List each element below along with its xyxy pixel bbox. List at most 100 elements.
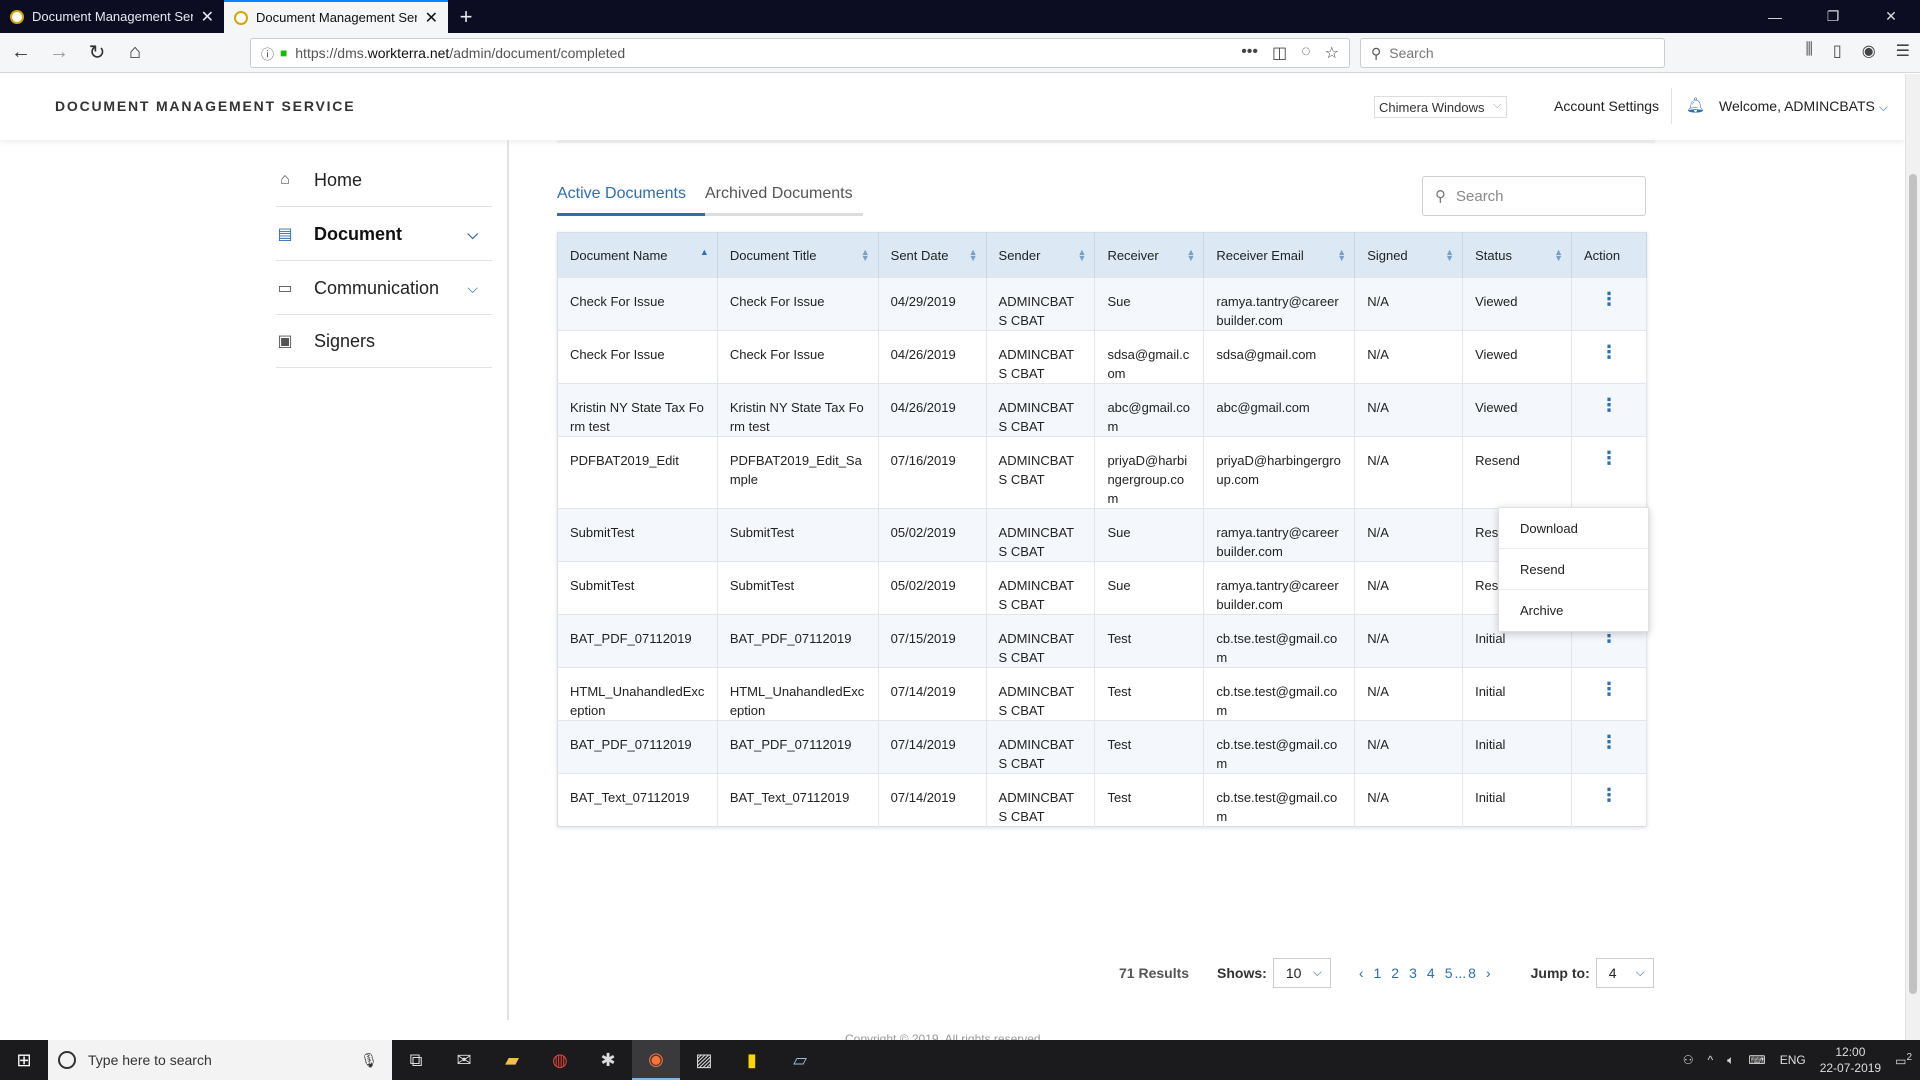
bookmark-star-icon[interactable]: ☆ [1325, 43, 1339, 63]
back-icon[interactable]: ← [4, 38, 38, 68]
row-actions-kebab-icon[interactable]: ⋮ [1571, 667, 1648, 721]
chrome-icon[interactable]: ◍ [536, 1040, 584, 1080]
microphone-icon[interactable]: 🎙︎ [360, 1052, 378, 1069]
tab-archived-documents[interactable]: Archived Documents [705, 185, 863, 216]
page-link-8[interactable]: 8 [1468, 965, 1476, 981]
firefox-icon[interactable]: ◉ [632, 1040, 680, 1080]
file-explorer-icon[interactable]: ▰ [488, 1040, 536, 1080]
windows-start-icon[interactable]: ⊞ [0, 1040, 48, 1080]
window-close-icon[interactable]: ✕ [1862, 0, 1920, 33]
chevron-down-icon[interactable]: ⌵ [467, 280, 478, 297]
photos-icon[interactable]: ▨ [680, 1040, 728, 1080]
sort-icon[interactable]: ▲ ▼ [1186, 248, 1195, 263]
account-icon[interactable]: ◉ [1862, 41, 1876, 61]
window-controls: — ❐ ✕ [1746, 0, 1920, 33]
tab-active-documents[interactable]: Active Documents [557, 185, 705, 216]
library-icon[interactable]: ⫼ [1806, 41, 1813, 61]
sort-icon[interactable]: ▲ ▼ [1337, 248, 1346, 263]
sender-cell: ADMINCBATS CBAT [986, 436, 1096, 509]
bell-icon[interactable]: 🔔︎ [1686, 96, 1705, 114]
row-actions-kebab-icon[interactable]: ⋮ [1571, 277, 1648, 331]
notepad-icon[interactable]: ▱ [776, 1040, 824, 1080]
info-icon[interactable]: ⓘ [261, 44, 274, 63]
page-link-1[interactable]: 1 [1374, 965, 1382, 981]
minimize-icon[interactable]: — [1746, 0, 1804, 33]
mail-icon[interactable]: ✉ [440, 1040, 488, 1080]
new-tab-icon[interactable]: + [448, 0, 484, 33]
restore-icon[interactable]: ❐ [1804, 0, 1862, 33]
sort-icon[interactable]: ▲ ▼ [1554, 248, 1563, 263]
jump-to-select[interactable]: 4 ⌵ [1595, 958, 1654, 988]
receiver-email-cell: sdsa@gmail.com [1203, 330, 1356, 384]
column-header-document-title[interactable]: Document Title ▲ ▼ [717, 232, 879, 278]
more-actions-icon[interactable]: ••• [1241, 43, 1258, 63]
clock[interactable]: 12:00 22-07-2019 [1820, 1044, 1881, 1076]
column-header-document-name[interactable]: Document Name ▲ [557, 232, 718, 278]
chevron-up-icon[interactable]: ^ [1708, 1053, 1714, 1067]
row-actions-kebab-icon[interactable]: ⋮ [1571, 330, 1648, 384]
browser-search-input[interactable]: ⚲ Search [1360, 38, 1665, 68]
page-link-3[interactable]: 3 [1409, 965, 1417, 981]
page-link-2[interactable]: 2 [1391, 965, 1399, 981]
column-header-signed[interactable]: Signed ▲ ▼ [1354, 232, 1464, 278]
url-bar[interactable]: ⓘ ■ https://dms. workterra.net/admin/docu… [250, 38, 1350, 68]
column-header-sender[interactable]: Sender ▲ ▼ [986, 232, 1096, 278]
sort-icon[interactable]: ▲ ▼ [969, 248, 978, 263]
user-menu[interactable]: Welcome, ADMINCBATS ⌵ [1719, 98, 1888, 115]
sort-asc-icon[interactable]: ▲ [700, 248, 709, 257]
reload-icon[interactable]: ↻ [80, 38, 114, 68]
sort-icon[interactable]: ▲ ▼ [1445, 248, 1454, 263]
page-link-5[interactable]: 5 [1445, 965, 1453, 981]
column-header-receiver-email[interactable]: Receiver Email ▲ ▼ [1203, 232, 1356, 278]
menu-icon[interactable]: ☰ [1896, 41, 1910, 61]
people-icon[interactable]: ⚇ [1683, 1053, 1694, 1067]
sidebar-item-communication[interactable]: ▭ Communication ⌵ [276, 262, 492, 315]
reader-icon[interactable]: ◌ [1301, 43, 1311, 63]
sidebar-item-document[interactable]: ▤ Document ⌵ [276, 208, 492, 261]
sort-icon[interactable]: ▲ ▼ [861, 248, 870, 263]
forward-icon[interactable]: → [42, 38, 76, 68]
taskbar-search-input[interactable]: Type here to search 🎙︎ [48, 1040, 392, 1080]
close-icon[interactable]: ✕ [425, 8, 438, 28]
row-actions-kebab-icon[interactable]: ⋮ [1571, 773, 1648, 827]
row-actions-kebab-icon[interactable]: ⋮ [1571, 720, 1648, 774]
task-view-icon[interactable]: ⧉ [392, 1040, 440, 1080]
column-header-receiver[interactable]: Receiver ▲ ▼ [1094, 232, 1205, 278]
menu-item-archive[interactable]: Archive [1499, 590, 1648, 631]
browser-tab-1[interactable]: Document Management Servic ✕ [0, 0, 224, 33]
column-header-status[interactable]: Status ▲ ▼ [1462, 232, 1572, 278]
row-actions-kebab-icon[interactable]: ⋮ [1571, 436, 1648, 509]
language-indicator[interactable]: ENG [1780, 1053, 1806, 1067]
home-page-icon[interactable]: ⌂ [118, 38, 152, 68]
close-icon[interactable]: ✕ [201, 7, 214, 27]
page-size-select[interactable]: 10 ⌵ [1272, 958, 1331, 988]
organization-select[interactable]: Chimera Windows ⌵ [1374, 96, 1508, 118]
menu-item-download[interactable]: Download [1499, 508, 1648, 549]
sidebar-item-signers[interactable]: ▣ Signers [276, 315, 492, 368]
lock-icon: ■ [280, 46, 288, 60]
prev-page-icon[interactable]: ‹ [1359, 965, 1364, 981]
sender-cell: ADMINCBATS CBAT [986, 330, 1096, 384]
sidebar-item-home[interactable]: ⌂ Home [276, 154, 492, 207]
page-link-4[interactable]: 4 [1427, 965, 1435, 981]
document-name-cell: Kristin NY State Tax Form test [557, 383, 718, 437]
keyboard-icon[interactable]: ⌨ [1748, 1053, 1765, 1067]
row-actions-kebab-icon[interactable]: ⋮ [1571, 383, 1648, 437]
slack-icon[interactable]: ✱ [584, 1040, 632, 1080]
scrollbar-thumb[interactable] [1909, 174, 1917, 994]
menu-item-resend[interactable]: Resend [1499, 549, 1648, 590]
volume-icon[interactable]: 🔈︎ [1727, 1053, 1734, 1068]
next-page-icon[interactable]: › [1486, 965, 1491, 981]
notification-icon[interactable]: ▭2 [1895, 1052, 1912, 1068]
document-search-input[interactable]: ⚲ Search [1422, 176, 1646, 216]
pocket-icon[interactable]: ◫ [1272, 43, 1287, 63]
browser-tab-2[interactable]: Document Management Servic ✕ [224, 0, 448, 33]
column-header-sent-date[interactable]: Sent Date ▲ ▼ [878, 232, 987, 278]
sort-icon[interactable]: ▲ ▼ [1078, 248, 1087, 263]
sent-date-cell: 05/02/2019 [878, 561, 987, 615]
account-settings-link[interactable]: Account Settings [1554, 98, 1659, 114]
page-scrollbar[interactable] [1905, 74, 1920, 1040]
sidebar-toggle-icon[interactable]: ▯ [1833, 41, 1842, 61]
sticky-notes-icon[interactable]: ▮ [728, 1040, 776, 1080]
chevron-down-icon[interactable]: ⌵ [467, 226, 478, 243]
